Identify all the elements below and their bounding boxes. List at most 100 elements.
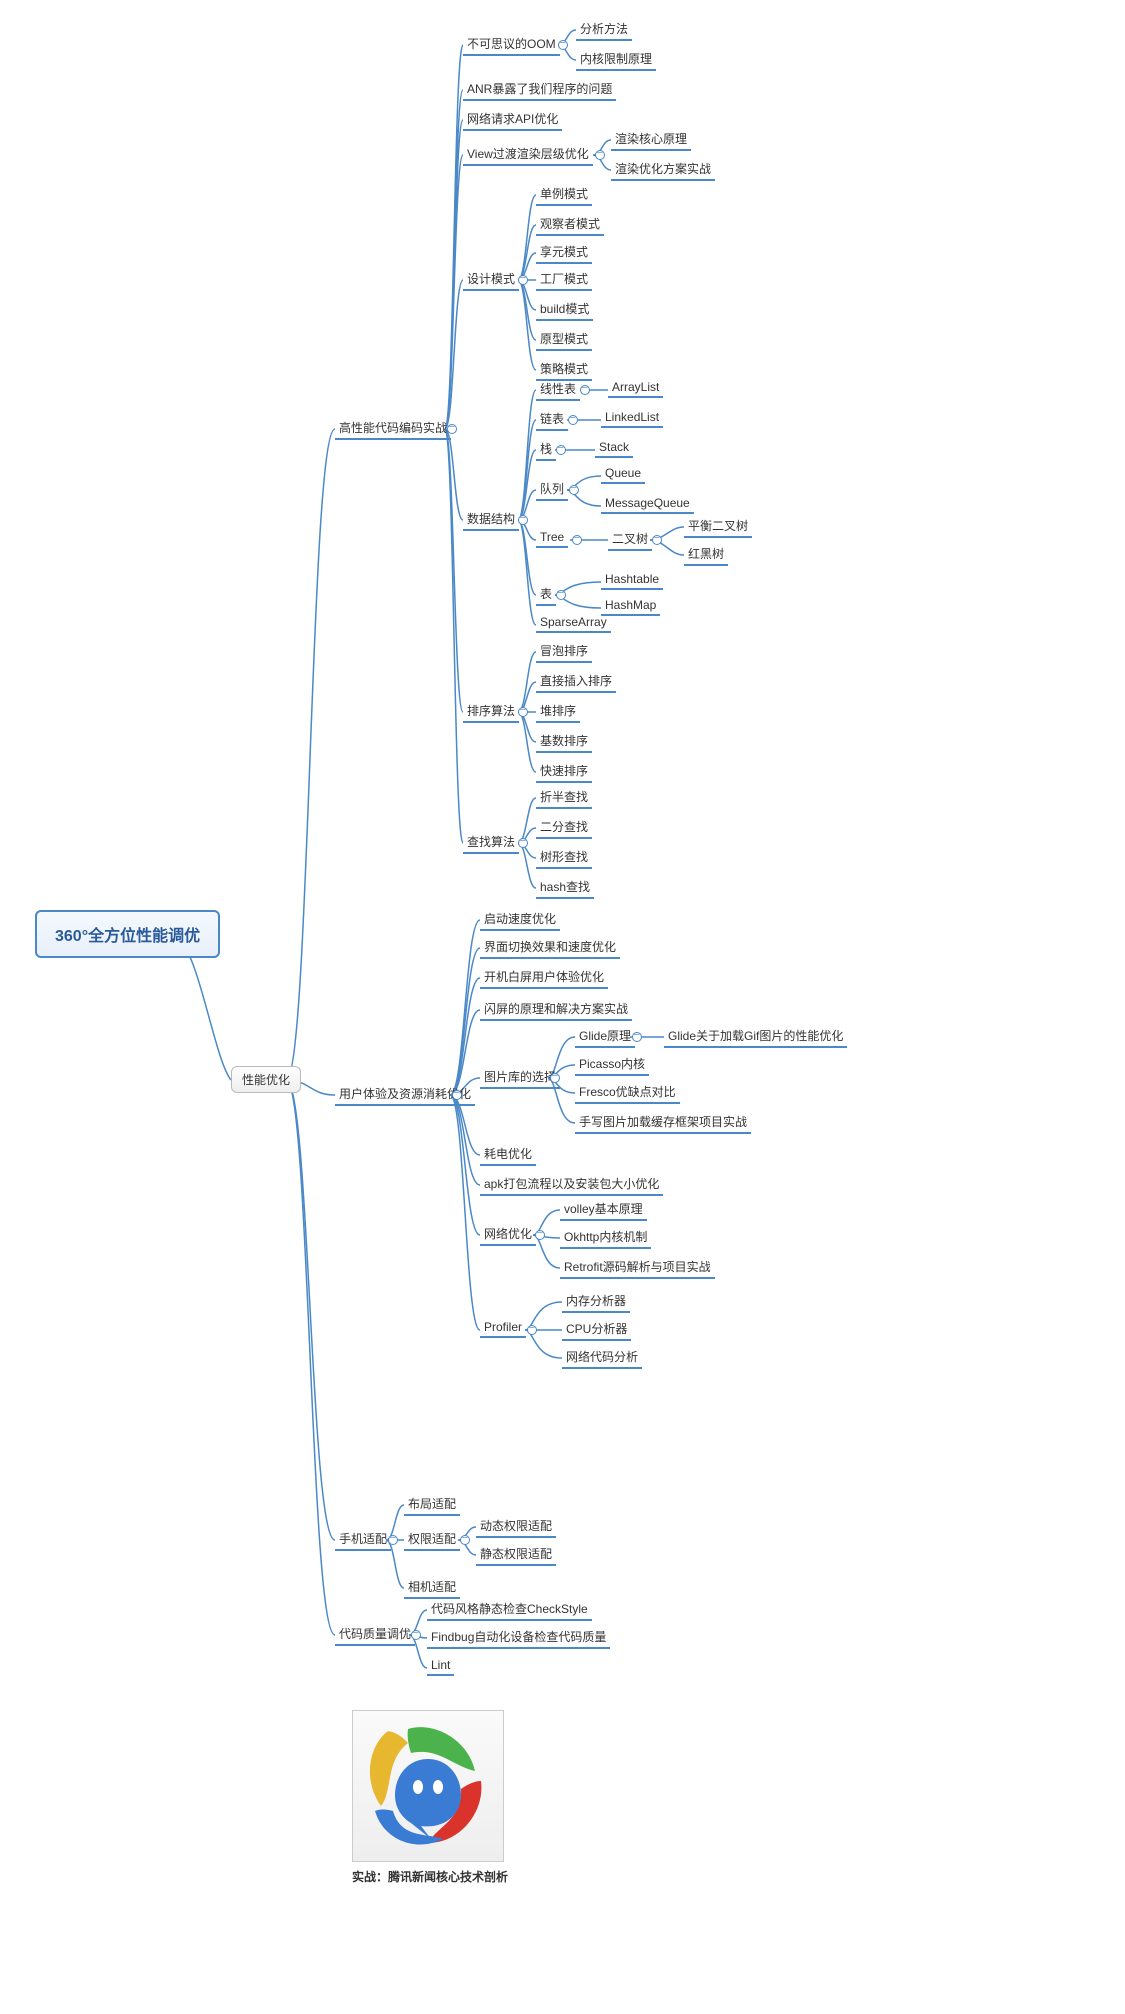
expand-icon[interactable] — [558, 40, 568, 50]
node[interactable]: 线性表 — [536, 378, 580, 401]
node[interactable]: 手写图片加载缓存框架项目实战 — [575, 1111, 751, 1134]
node[interactable]: 分析方法 — [576, 18, 632, 41]
node[interactable]: ArrayList — [608, 378, 663, 398]
node[interactable]: 开机白屏用户体验优化 — [480, 966, 608, 989]
node[interactable]: Tree — [536, 528, 568, 548]
node[interactable]: 布局适配 — [404, 1493, 460, 1516]
node[interactable]: 网络代码分析 — [562, 1346, 642, 1369]
node[interactable]: 排序算法 — [463, 700, 519, 723]
node[interactable]: 耗电优化 — [480, 1143, 536, 1166]
node[interactable]: 不可思议的OOM — [463, 33, 560, 56]
node[interactable]: 渲染优化方案实战 — [611, 158, 715, 181]
node[interactable]: 快速排序 — [536, 760, 592, 783]
node[interactable]: Fresco优缺点对比 — [575, 1081, 680, 1104]
expand-icon[interactable] — [550, 1073, 560, 1083]
node[interactable]: 二叉树 — [608, 528, 652, 551]
node[interactable]: 折半查找 — [536, 786, 592, 809]
node[interactable]: 内存分析器 — [562, 1290, 630, 1313]
node[interactable]: 图片库的选择 — [480, 1066, 560, 1089]
expand-icon[interactable] — [595, 150, 605, 160]
expand-icon[interactable] — [572, 535, 582, 545]
expand-icon[interactable] — [452, 1090, 462, 1100]
node[interactable]: 平衡二叉树 — [684, 515, 752, 538]
node[interactable]: 工厂模式 — [536, 268, 592, 291]
node[interactable]: 启动速度优化 — [480, 908, 560, 931]
node[interactable]: MessageQueue — [601, 494, 694, 514]
expand-icon[interactable] — [518, 838, 528, 848]
expand-icon[interactable] — [556, 590, 566, 600]
node[interactable]: 原型模式 — [536, 328, 592, 351]
expand-icon[interactable] — [556, 445, 566, 455]
expand-icon[interactable] — [568, 415, 578, 425]
node[interactable]: 堆排序 — [536, 700, 580, 723]
node[interactable]: hash查找 — [536, 876, 594, 899]
node[interactable]: ANR暴露了我们程序的问题 — [463, 78, 616, 101]
expand-icon[interactable] — [447, 424, 457, 434]
node[interactable]: Okhttp内核机制 — [560, 1226, 651, 1249]
node[interactable]: Lint — [427, 1656, 454, 1676]
node[interactable]: Picasso内核 — [575, 1053, 649, 1076]
expand-icon[interactable] — [580, 385, 590, 395]
expand-icon[interactable] — [388, 1535, 398, 1545]
expand-icon[interactable] — [535, 1230, 545, 1240]
hub-node[interactable]: 性能优化 — [231, 1066, 301, 1093]
expand-icon[interactable] — [411, 1630, 421, 1640]
node[interactable]: 界面切换效果和速度优化 — [480, 936, 620, 959]
node[interactable]: 闪屏的原理和解决方案实战 — [480, 998, 632, 1021]
expand-icon[interactable] — [518, 275, 528, 285]
node[interactable]: SparseArray — [536, 613, 611, 633]
node[interactable]: 渲染核心原理 — [611, 128, 691, 151]
node[interactable]: 链表 — [536, 408, 568, 431]
expand-icon[interactable] — [518, 515, 528, 525]
node[interactable]: 单例模式 — [536, 183, 592, 206]
node[interactable]: 相机适配 — [404, 1576, 460, 1599]
expand-icon[interactable] — [518, 707, 528, 717]
node[interactable]: 查找算法 — [463, 831, 519, 854]
root-label: 360°全方位性能调优 — [55, 928, 200, 945]
node[interactable]: 红黑树 — [684, 543, 728, 566]
expand-icon[interactable] — [632, 1032, 642, 1042]
node[interactable]: 代码风格静态检查CheckStyle — [427, 1598, 592, 1621]
node[interactable]: 动态权限适配 — [476, 1515, 556, 1538]
node[interactable]: 静态权限适配 — [476, 1543, 556, 1566]
node[interactable]: 享元模式 — [536, 241, 592, 264]
node[interactable]: Findbug自动化设备检查代码质量 — [427, 1626, 610, 1649]
node[interactable]: 冒泡排序 — [536, 640, 592, 663]
node[interactable]: 树形查找 — [536, 846, 592, 869]
node[interactable]: Stack — [595, 438, 633, 458]
root-node[interactable]: 360°全方位性能调优 — [35, 910, 220, 958]
node[interactable]: 栈 — [536, 438, 556, 461]
expand-icon[interactable] — [652, 535, 662, 545]
expand-icon[interactable] — [460, 1535, 470, 1545]
branch-hiperf[interactable]: 高性能代码编码实战 — [335, 417, 451, 440]
node[interactable]: 设计模式 — [463, 268, 519, 291]
node[interactable]: Queue — [601, 464, 645, 484]
node[interactable]: Glide关于加载Gif图片的性能优化 — [664, 1025, 847, 1048]
node[interactable]: Retrofit源码解析与项目实战 — [560, 1256, 715, 1279]
node[interactable]: Glide原理 — [575, 1025, 635, 1048]
node[interactable]: 权限适配 — [404, 1528, 460, 1551]
node[interactable]: View过渡渲染层级优化 — [463, 143, 593, 166]
node[interactable]: apk打包流程以及安装包大小优化 — [480, 1173, 663, 1196]
node[interactable]: 直接插入排序 — [536, 670, 616, 693]
node[interactable]: 网络请求API优化 — [463, 108, 562, 131]
node[interactable]: 表 — [536, 583, 556, 606]
node[interactable]: CPU分析器 — [562, 1318, 631, 1341]
node[interactable]: 队列 — [536, 478, 568, 501]
node[interactable]: 数据结构 — [463, 508, 519, 531]
node[interactable]: volley基本原理 — [560, 1198, 647, 1221]
node[interactable]: 二分查找 — [536, 816, 592, 839]
branch-device[interactable]: 手机适配 — [335, 1528, 391, 1551]
expand-icon[interactable] — [527, 1325, 537, 1335]
node[interactable]: build模式 — [536, 298, 593, 321]
node[interactable]: Hashtable — [601, 570, 663, 590]
branch-quality[interactable]: 代码质量调优 — [335, 1623, 415, 1646]
node[interactable]: 内核限制原理 — [576, 48, 656, 71]
node[interactable]: 观察者模式 — [536, 213, 604, 236]
node[interactable]: 网络优化 — [480, 1223, 536, 1246]
node[interactable]: LinkedList — [601, 408, 663, 428]
node[interactable]: 基数排序 — [536, 730, 592, 753]
tencent-news-logo — [352, 1710, 504, 1862]
expand-icon[interactable] — [569, 485, 579, 495]
node[interactable]: Profiler — [480, 1318, 526, 1338]
